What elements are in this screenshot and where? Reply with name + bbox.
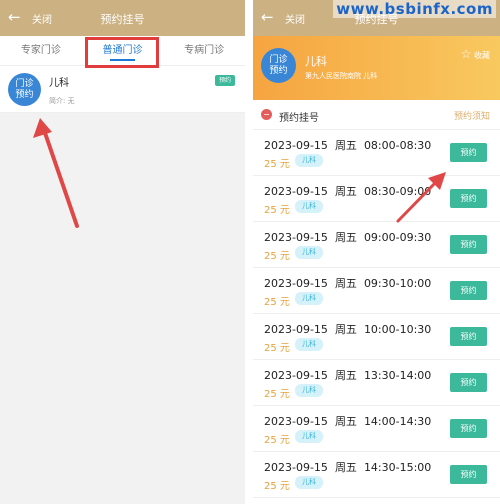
book-button[interactable]: 预约	[450, 189, 487, 208]
slot-datetime: 2023-09-15 周五 08:00-08:30	[264, 137, 431, 153]
slot-weekday: 周五	[334, 185, 357, 198]
slot-price: 25 元	[264, 481, 290, 492]
star-icon: ☆	[460, 47, 472, 61]
slot-time: 10:00-10:30	[363, 323, 432, 336]
badge-text-line2-right: 预约	[269, 66, 288, 76]
slot-datetime: 2023-09-15 周五 09:00-09:30	[264, 229, 431, 245]
time-slot-row: 2023-09-15 周五 08:30-09:00 25 元儿科 预约	[253, 176, 500, 222]
slot-price: 25 元	[264, 159, 290, 170]
book-button[interactable]: 预约	[450, 235, 487, 254]
slot-weekday: 周五	[334, 277, 357, 290]
favorite-button[interactable]: ☆ 收藏	[461, 47, 490, 61]
time-slot-row: 2023-09-15 周五 08:00-08:30 25 元儿科 预约	[253, 130, 500, 176]
slot-weekday: 周五	[334, 461, 357, 474]
time-slot-row: 2023-09-15 周五 13:30-14:00 25 元儿科 预约	[253, 360, 500, 406]
department-name-right: 儿科	[305, 55, 327, 68]
slot-price: 25 元	[264, 435, 290, 446]
slot-department-tag: 儿科	[295, 384, 323, 397]
right-screen: ← 关闭 预约挂号 门诊 预约 儿科 第九人民医院南院 儿科 ☆ 收藏 − 预约…	[253, 0, 500, 504]
time-slot-row: 2023-09-15 周五 14:30-15:00 25 元儿科 预约	[253, 452, 500, 498]
time-slot-row: 2023-09-15 周五 09:00-09:30 25 元儿科 预约	[253, 222, 500, 268]
slot-weekday: 周五	[334, 415, 357, 428]
book-button[interactable]: 预约	[450, 465, 487, 484]
clinic-badge-right: 门诊 预约	[261, 48, 296, 83]
slot-department-tag: 儿科	[295, 430, 323, 443]
slot-department-tag: 儿科	[295, 154, 323, 167]
slot-date: 2023-09-15	[264, 323, 328, 336]
slot-time: 14:30-15:00	[363, 461, 432, 474]
time-slot-row: 2023-09-15 周五 14:00-14:30 25 元儿科 预约	[253, 406, 500, 452]
slot-department-tag: 儿科	[295, 200, 323, 213]
appointment-notice-link[interactable]: 预约须知	[454, 109, 490, 122]
slot-date: 2023-09-15	[264, 185, 328, 198]
slot-time: 09:30-10:00	[363, 277, 432, 290]
badge-text-line1-right: 门诊	[269, 55, 288, 65]
slot-price: 25 元	[264, 205, 290, 216]
slot-date: 2023-09-15	[264, 231, 328, 244]
slot-datetime: 2023-09-15 周五 14:00-14:30	[264, 413, 431, 429]
slot-datetime: 2023-09-15 周五 09:30-10:00	[264, 275, 431, 291]
time-slot-row: 2023-09-15 周五 10:00-10:30 25 元儿科 预约	[253, 314, 500, 360]
slot-time: 13:30-14:00	[363, 369, 432, 382]
book-button[interactable]: 预约	[450, 281, 487, 300]
time-slot-row: 2023-09-15 周五 09:30-10:00 25 元儿科 预约	[253, 268, 500, 314]
slot-datetime: 2023-09-15 周五 10:00-10:30	[264, 321, 431, 337]
slot-price: 25 元	[264, 389, 290, 400]
slot-time: 08:30-09:00	[363, 185, 432, 198]
slot-weekday: 周五	[334, 323, 357, 336]
slot-date: 2023-09-15	[264, 139, 328, 152]
slot-weekday: 周五	[334, 139, 357, 152]
book-button[interactable]: 预约	[450, 327, 487, 346]
slot-datetime: 2023-09-15 周五 08:30-09:00	[264, 183, 431, 199]
time-slot-list: 2023-09-15 周五 08:00-08:30 25 元儿科 预约 2023-09…	[253, 130, 500, 498]
favorite-label: 收藏	[474, 51, 490, 60]
book-button[interactable]: 预约	[450, 143, 487, 162]
slot-department-tag: 儿科	[295, 476, 323, 489]
appointment-section-header: − 预约挂号 预约须知	[253, 100, 500, 130]
slot-date: 2023-09-15	[264, 369, 328, 382]
annotation-arrow-left	[33, 118, 79, 228]
slot-time: 09:00-09:30	[363, 231, 432, 244]
slot-time: 08:00-08:30	[363, 139, 432, 152]
book-button[interactable]: 预约	[450, 419, 487, 438]
slot-date: 2023-09-15	[264, 277, 328, 290]
minus-circle-icon: −	[261, 109, 272, 120]
slot-datetime: 2023-09-15 周五 13:30-14:00	[264, 367, 431, 383]
hospital-name: 第九人民医院南院 儿科	[305, 72, 378, 80]
slot-price: 25 元	[264, 343, 290, 354]
book-button[interactable]: 预约	[450, 373, 487, 392]
slot-department-tag: 儿科	[295, 292, 323, 305]
slot-time: 14:00-14:30	[363, 415, 432, 428]
slot-department-tag: 儿科	[295, 246, 323, 259]
slot-date: 2023-09-15	[264, 461, 328, 474]
department-card: 门诊 预约 儿科 第九人民医院南院 儿科 ☆ 收藏	[253, 36, 500, 100]
slot-weekday: 周五	[334, 369, 357, 382]
slot-date: 2023-09-15	[264, 415, 328, 428]
slot-department-tag: 儿科	[295, 338, 323, 351]
slot-datetime: 2023-09-15 周五 14:30-15:00	[264, 459, 431, 475]
slot-price: 25 元	[264, 251, 290, 262]
slot-weekday: 周五	[334, 231, 357, 244]
slot-price: 25 元	[264, 297, 290, 308]
section-title: 预约挂号	[279, 113, 319, 124]
watermark: www.bsbinfx.com	[333, 0, 496, 18]
